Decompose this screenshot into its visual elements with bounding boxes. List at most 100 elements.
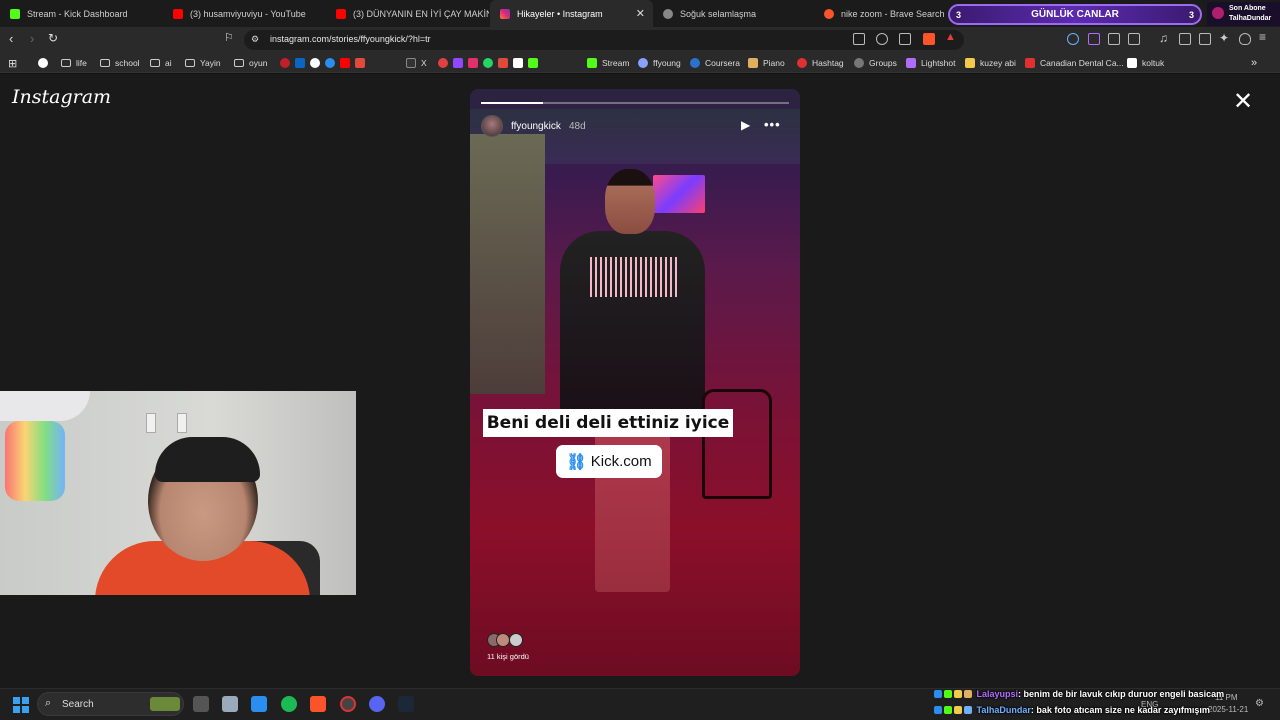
photos-icon[interactable] [251, 696, 267, 712]
instagram-icon[interactable] [468, 58, 478, 68]
story-progress-fill [481, 102, 543, 104]
dot-icon[interactable] [280, 58, 290, 68]
tab-soguk-selamlasma[interactable]: Soğuk selamlaşma [653, 0, 813, 27]
bookmark-coursera[interactable]: Coursera [690, 57, 740, 69]
folder-icon [234, 59, 244, 67]
clock-date[interactable]: 2025-11-21 [1208, 705, 1248, 714]
viewer-avatar [509, 633, 523, 647]
bookmark-icon[interactable]: ⚐ [224, 31, 234, 44]
chat-text: : benim de bir lavuk cıkıp duruor engeli… [1018, 689, 1225, 699]
more-options-icon[interactable]: ••• [764, 117, 781, 132]
story-link-sticker[interactable]: ⛓ Kick.com [556, 445, 662, 478]
brave-icon[interactable] [310, 696, 326, 712]
obs-icon[interactable] [340, 696, 356, 712]
bookmark-ai[interactable]: ai [150, 57, 172, 69]
gmail-icon[interactable] [355, 58, 365, 68]
bookmark-piano[interactable]: Piano [748, 57, 785, 69]
badge-icon [934, 706, 942, 714]
bookmark-kuzey-abi[interactable]: kuzey abi [965, 57, 1016, 69]
file-explorer-icon[interactable] [222, 696, 238, 712]
more-bookmarks-icon[interactable]: » [1251, 57, 1257, 69]
tab-instagram[interactable]: Hikayeler • Instagram ✕ [490, 0, 653, 27]
linkedin-icon[interactable] [295, 58, 305, 68]
wallet-icon[interactable] [1199, 33, 1211, 45]
windows-start-icon[interactable] [13, 697, 29, 713]
chat-message: Lalayupsi: benim de bir lavuk cıkıp duru… [934, 689, 1224, 699]
story-frame[interactable]: ffyoungkick 48d ▶ ••• Beni deli deli ett… [470, 89, 800, 676]
story-progress-bar [481, 102, 789, 104]
bookmark-hashtag[interactable]: Hashtag [797, 57, 844, 69]
groups-icon [854, 58, 864, 68]
bookmark-groups[interactable]: Groups [854, 57, 897, 69]
menu-icon[interactable]: ≡ [1259, 30, 1271, 44]
sidebar-icon[interactable] [1179, 33, 1191, 45]
brave-shields-icon[interactable] [923, 33, 935, 45]
instagram-logo[interactable]: Instagram [12, 86, 111, 108]
task-view-icon[interactable] [193, 696, 209, 712]
discord-icon[interactable] [369, 696, 385, 712]
forward-icon[interactable]: › [30, 31, 34, 46]
bookmark-yayin[interactable]: Yayin [185, 57, 221, 69]
tab-youtube-1[interactable]: (3) husamviyuviyu - YouTube [163, 0, 326, 27]
notifications-icon[interactable]: ⚙ [1255, 698, 1264, 709]
gunluk-left-count: 3 [956, 9, 962, 20]
badge-icon [954, 690, 962, 698]
apps-icon[interactable]: ⊞ [8, 57, 17, 70]
bookmark-oyun[interactable]: oyun [234, 57, 267, 69]
tab-brave-search[interactable]: nike zoom - Brave Search [814, 0, 944, 27]
extension-2-icon[interactable] [1088, 33, 1100, 45]
story-seen-by[interactable]: 11 kişi gördü [487, 652, 529, 661]
steam-icon[interactable] [398, 696, 414, 712]
brave-rewards-icon[interactable]: ▲ [945, 31, 957, 43]
bookmark-koltuk[interactable]: koltuk [1127, 57, 1164, 69]
translate-icon[interactable] [325, 58, 335, 68]
avatar[interactable] [481, 115, 503, 137]
twitch-icon[interactable] [453, 58, 463, 68]
tab-youtube-2[interactable]: (3) DÜNYANIN EN İYİ ÇAY MAKİNESİ [326, 0, 489, 27]
close-tab-icon[interactable]: ✕ [636, 7, 645, 20]
story-viewers[interactable] [487, 633, 527, 649]
whatsapp-icon[interactable] [483, 58, 493, 68]
tab-kick-dashboard[interactable]: Stream - Kick Dashboard [0, 0, 163, 27]
vpn-icon[interactable] [1239, 33, 1251, 45]
youtube-icon[interactable] [340, 58, 350, 68]
reload-icon[interactable]: ↻ [48, 31, 58, 45]
kick-icon[interactable] [528, 58, 538, 68]
bookmark-label: Yayin [200, 58, 221, 68]
story-username[interactable]: ffyoungkick [511, 121, 561, 132]
bookmark-school[interactable]: school [100, 57, 140, 69]
bookmark-ffyoung[interactable]: ffyoung [638, 57, 681, 69]
extension-1-icon[interactable] [1067, 33, 1079, 45]
bookmark-stream[interactable]: Stream [587, 57, 629, 69]
search-highlight-icon[interactable] [150, 697, 180, 711]
site-info-icon[interactable]: ⚙ [251, 34, 259, 45]
cast-icon[interactable] [853, 33, 865, 45]
play-icon[interactable]: ▶ [741, 118, 750, 132]
bookmark-label: ai [165, 58, 172, 68]
zoom-icon[interactable] [876, 33, 888, 45]
url-text[interactable]: instagram.com/stories/ffyoungkick/?hl=tr [270, 34, 431, 44]
media-icon[interactable]: ♫ [1159, 31, 1171, 45]
koltuk-icon [1127, 58, 1137, 68]
bookmark-google[interactable] [38, 57, 53, 69]
tab-label: (3) husamviyuviyu - YouTube [190, 8, 306, 19]
spotify-icon[interactable] [281, 696, 297, 712]
extensions-icon[interactable] [1108, 33, 1120, 45]
close-story-icon[interactable]: ✕ [1233, 90, 1253, 114]
google-icon[interactable] [310, 58, 320, 68]
share-icon[interactable] [899, 33, 911, 45]
leo-icon[interactable]: ✦ [1219, 31, 1231, 45]
bookmark-life[interactable]: life [61, 57, 87, 69]
tumblr-icon[interactable] [498, 58, 508, 68]
back-icon[interactable]: ‹ [9, 31, 13, 46]
folder-icon [185, 59, 195, 67]
amazon-icon[interactable] [513, 58, 523, 68]
bookmark-lightshot[interactable]: Lightshot [906, 57, 956, 69]
pinterest-icon[interactable] [438, 58, 448, 68]
tab-label: Soğuk selamlaşma [680, 8, 757, 19]
story-caption-text: Beni deli deli ettiniz iyice [486, 413, 730, 433]
bookmark-canadian-dental[interactable]: Canadian Dental Ca... [1025, 57, 1124, 69]
bookmark-x[interactable]: X [406, 57, 427, 69]
piano-icon [748, 58, 758, 68]
extension-3-icon[interactable] [1128, 33, 1140, 45]
